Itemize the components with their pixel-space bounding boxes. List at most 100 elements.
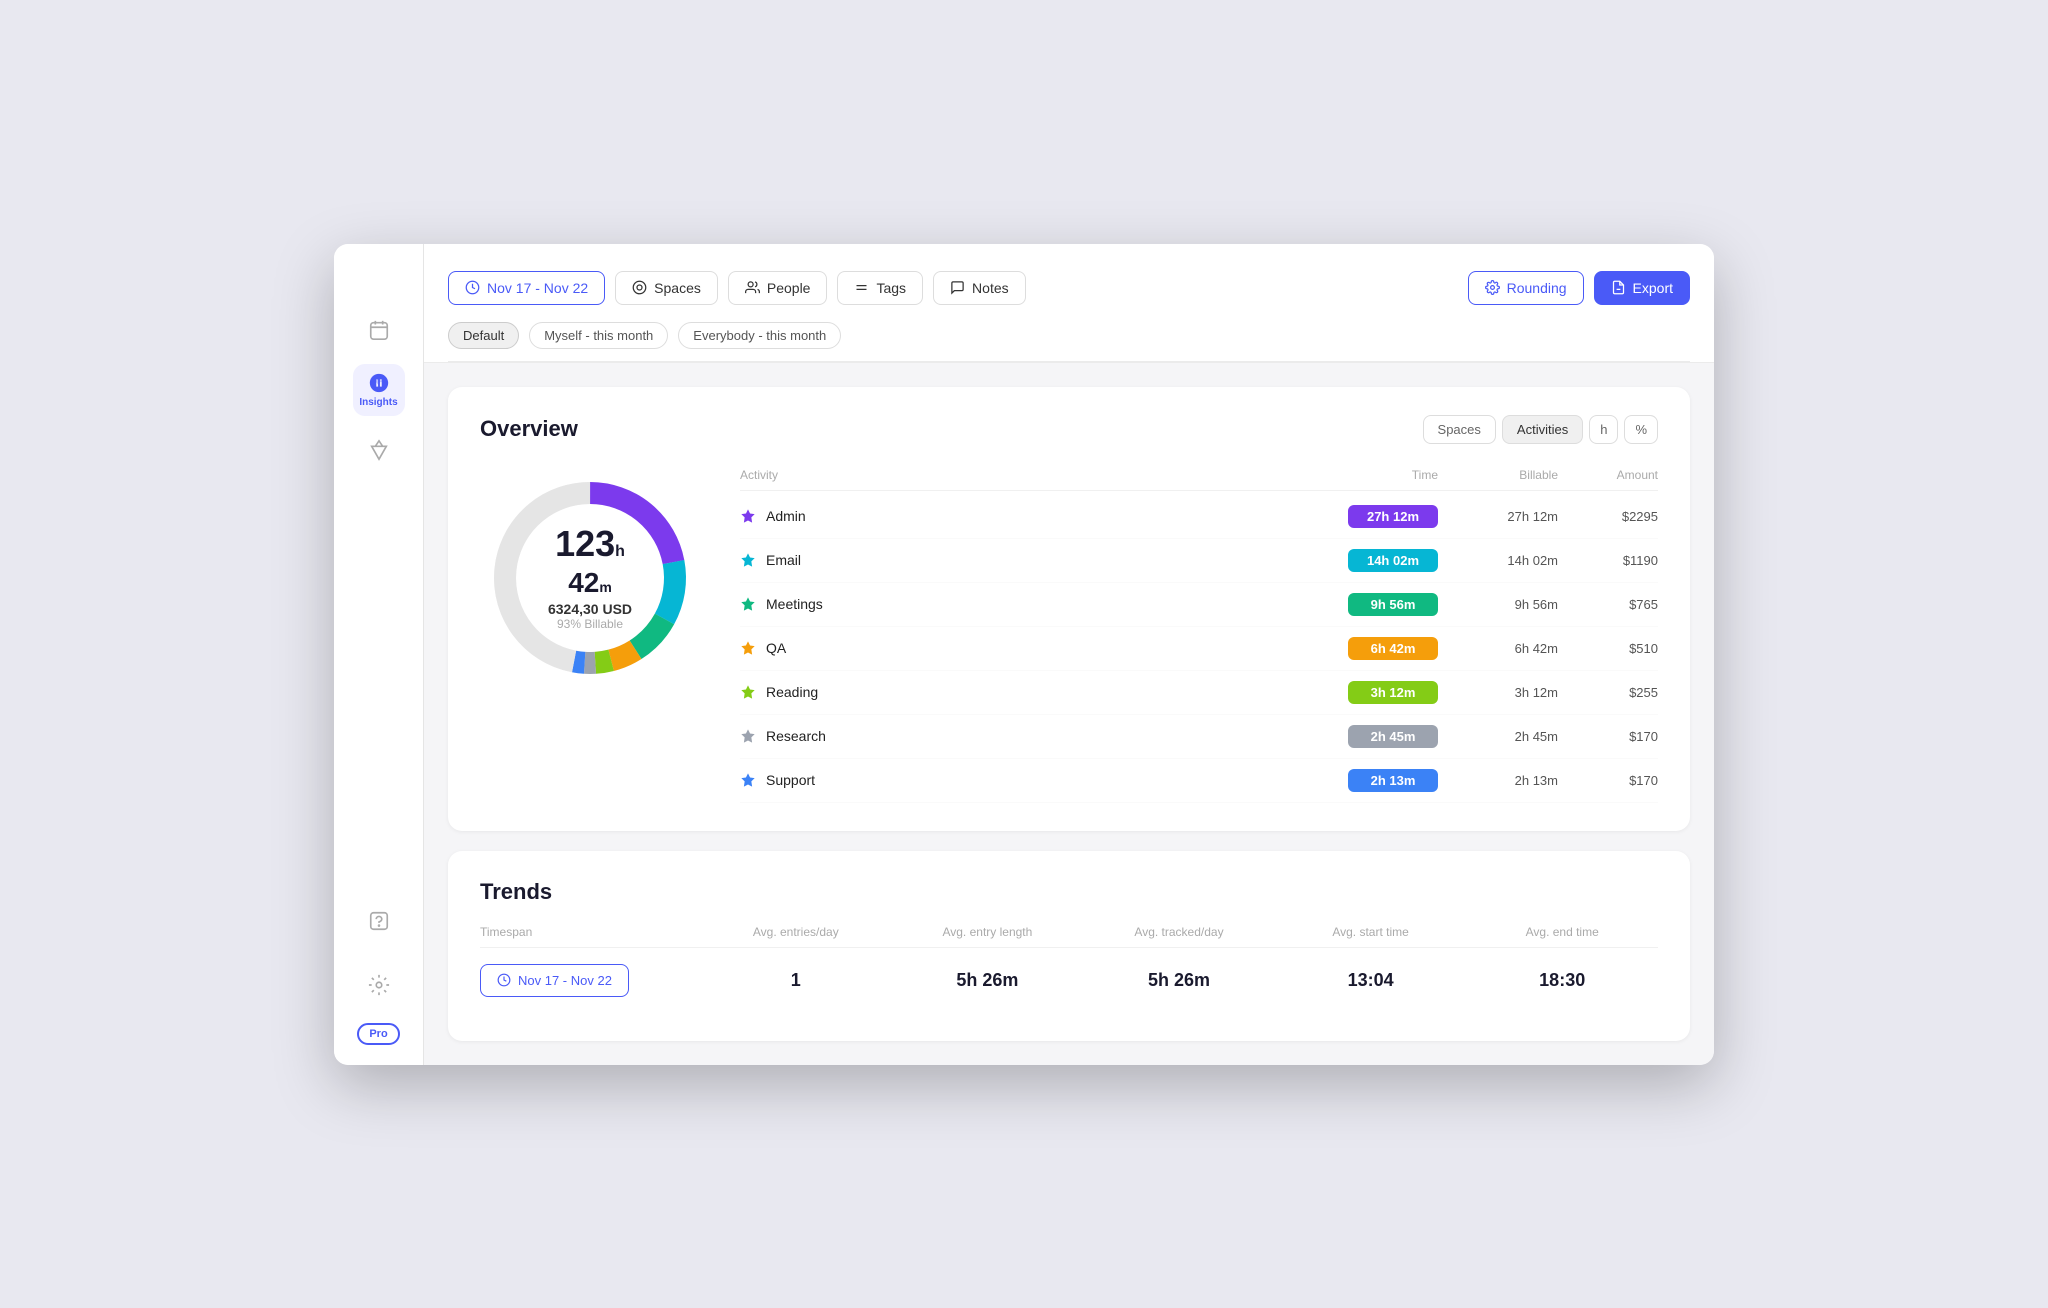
col-avg-tracked: Avg. tracked/day (1083, 925, 1275, 939)
sidebar: Insights Pro (334, 244, 424, 1065)
sidebar-item-calendar[interactable] (353, 304, 405, 356)
col-avg-entries: Avg. entries/day (700, 925, 892, 939)
time-badge: 6h 42m (1348, 637, 1438, 660)
activity-name: QA (740, 640, 1298, 656)
filter-tab-everybody[interactable]: Everybody - this month (678, 322, 841, 349)
table-row: QA 6h 42m 6h 42m $510 (740, 627, 1658, 671)
billable-time: 3h 12m (1438, 685, 1558, 700)
filter-tab-myself[interactable]: Myself - this month (529, 322, 668, 349)
tags-button[interactable]: Tags (837, 271, 923, 305)
donut-hours-sub: h (615, 543, 625, 560)
trends-avg-tracked: 5h 26m (1083, 970, 1275, 991)
activity-name: Meetings (740, 596, 1298, 612)
rounding-button[interactable]: Rounding (1468, 271, 1584, 305)
toggle-hours[interactable]: h (1589, 415, 1618, 444)
donut-usd: 6324,30 USD (535, 602, 645, 616)
col-activity: Activity (740, 468, 1298, 482)
export-label: Export (1633, 280, 1673, 296)
overview-title: Overview (480, 416, 578, 442)
col-amount: Amount (1558, 468, 1658, 482)
sidebar-item-settings[interactable] (353, 959, 405, 1011)
date-range-button[interactable]: Nov 17 - Nov 22 (448, 271, 605, 305)
time-badge: 3h 12m (1348, 681, 1438, 704)
trends-header: Timespan Avg. entries/day Avg. entry len… (480, 925, 1658, 948)
people-icon (745, 280, 760, 295)
col-time: Time (1298, 468, 1438, 482)
star-icon (740, 552, 756, 568)
sidebar-item-insights-label: Insights (359, 397, 397, 408)
activity-name: Admin (740, 508, 1298, 524)
sidebar-item-insights[interactable]: Insights (353, 364, 405, 416)
tags-label: Tags (876, 280, 906, 296)
amount: $2295 (1558, 509, 1658, 524)
export-icon (1611, 280, 1626, 295)
trends-avg-end: 18:30 (1466, 970, 1658, 991)
star-icon (740, 728, 756, 744)
spaces-button[interactable]: Spaces (615, 271, 718, 305)
pro-badge[interactable]: Pro (357, 1023, 399, 1045)
people-button[interactable]: People (728, 271, 828, 305)
amount: $255 (1558, 685, 1658, 700)
trends-data-row: Nov 17 - Nov 22 1 5h 26m 5h 26m 13:04 18… (480, 948, 1658, 1013)
table-row: Meetings 9h 56m 9h 56m $765 (740, 583, 1658, 627)
toggle-percent[interactable]: % (1624, 415, 1658, 444)
spaces-label: Spaces (654, 280, 701, 296)
amount: $1190 (1558, 553, 1658, 568)
donut-billable: 93% Billable (535, 618, 645, 630)
trends-date-label: Nov 17 - Nov 22 (518, 973, 612, 988)
time-badge: 2h 13m (1348, 769, 1438, 792)
star-icon (740, 508, 756, 524)
trends-title: Trends (480, 879, 1658, 905)
table-row: Email 14h 02m 14h 02m $1190 (740, 539, 1658, 583)
spaces-icon (632, 280, 647, 295)
billable-time: 2h 13m (1438, 773, 1558, 788)
col-avg-start: Avg. start time (1275, 925, 1467, 939)
star-icon (740, 684, 756, 700)
activity-name: Reading (740, 684, 1298, 700)
tags-icon (854, 280, 869, 295)
trends-avg-start: 13:04 (1275, 970, 1467, 991)
donut-mins-value: 42 (568, 567, 599, 598)
main-content: Nov 17 - Nov 22 Spaces (424, 244, 1714, 1065)
donut-hours-value: 123 (555, 523, 615, 564)
toggle-activities[interactable]: Activities (1502, 415, 1583, 444)
donut-chart: 123h 42m 6324,30 USD 93% Billable (480, 468, 700, 688)
clock-icon-trends (497, 973, 511, 987)
star-icon (740, 772, 756, 788)
donut-mins-sub: m (599, 579, 611, 595)
overview-card: Overview Spaces Activities h % (448, 387, 1690, 831)
notes-icon (950, 280, 965, 295)
star-icon (740, 640, 756, 656)
time-badge: 27h 12m (1348, 505, 1438, 528)
rounding-label: Rounding (1507, 280, 1567, 296)
table-row: Admin 27h 12m 27h 12m $2295 (740, 495, 1658, 539)
toggle-spaces[interactable]: Spaces (1423, 415, 1496, 444)
sidebar-item-diamond[interactable] (353, 424, 405, 476)
billable-time: 9h 56m (1438, 597, 1558, 612)
trends-card: Trends Timespan Avg. entries/day Avg. en… (448, 851, 1690, 1041)
col-avg-end: Avg. end time (1466, 925, 1658, 939)
filter-tab-default[interactable]: Default (448, 322, 519, 349)
activity-name: Research (740, 728, 1298, 744)
date-range-label: Nov 17 - Nov 22 (487, 280, 588, 296)
trends-date-button[interactable]: Nov 17 - Nov 22 (480, 964, 629, 997)
table-row: Reading 3h 12m 3h 12m $255 (740, 671, 1658, 715)
star-icon (740, 596, 756, 612)
people-label: People (767, 280, 811, 296)
time-badge: 14h 02m (1348, 549, 1438, 572)
col-billable: Billable (1438, 468, 1558, 482)
notes-label: Notes (972, 280, 1009, 296)
table-row: Support 2h 13m 2h 13m $170 (740, 759, 1658, 803)
clock-icon (465, 280, 480, 295)
export-button[interactable]: Export (1594, 271, 1690, 305)
notes-button[interactable]: Notes (933, 271, 1026, 305)
billable-time: 14h 02m (1438, 553, 1558, 568)
content-area: Overview Spaces Activities h % (424, 363, 1714, 1065)
activity-name: Support (740, 772, 1298, 788)
col-timespan: Timespan (480, 925, 700, 939)
billable-time: 6h 42m (1438, 641, 1558, 656)
sidebar-item-help[interactable] (353, 895, 405, 947)
time-badge: 9h 56m (1348, 593, 1438, 616)
activity-table: Activity Time Billable Amount Admin 27h … (740, 468, 1658, 803)
amount: $765 (1558, 597, 1658, 612)
